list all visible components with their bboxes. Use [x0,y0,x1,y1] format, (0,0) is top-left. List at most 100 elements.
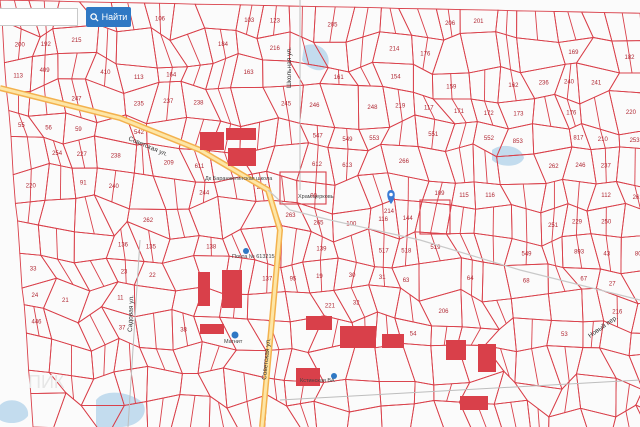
parcel[interactable] [194,3,241,31]
parcel[interactable] [77,306,120,352]
parcel[interactable] [547,288,584,323]
parcel[interactable] [30,392,67,427]
parcel-boundary [103,344,106,376]
parcel-number: 38 [180,327,187,333]
parcel[interactable] [630,301,640,335]
search-input[interactable] [0,8,78,26]
parcel[interactable] [90,337,120,380]
parcel[interactable] [133,284,177,318]
parcel[interactable] [17,220,42,256]
parcel-number: 109 [435,191,446,197]
parcel[interactable] [628,332,640,357]
parcel[interactable] [21,277,58,309]
building-3 [200,132,224,150]
parcel[interactable] [615,146,640,190]
parcel[interactable] [115,27,158,69]
parcel[interactable] [356,143,389,177]
parcel[interactable] [37,198,77,233]
parcel[interactable] [379,7,413,36]
parcel[interactable] [197,367,228,410]
store-icon[interactable] [231,331,239,339]
parcel-boundary [531,348,539,386]
parcel-number: 552 [484,136,495,142]
parcel[interactable] [53,392,98,427]
parcel-boundary [89,260,105,287]
parcel-number: 139 [316,246,327,252]
post-icon[interactable] [243,248,249,254]
parcel[interactable] [620,202,640,238]
parcel[interactable] [514,345,563,390]
parcel[interactable] [150,26,189,69]
parcel[interactable] [401,342,435,386]
parcel[interactable] [499,183,547,214]
parcel[interactable] [73,194,116,237]
parcel[interactable] [481,261,512,303]
parcel[interactable] [319,83,360,130]
parcel[interactable] [380,403,415,427]
parcel[interactable] [313,400,350,427]
parcel[interactable] [222,349,267,379]
clinic-icon[interactable] [331,373,337,379]
cadastral-map[interactable]: 2182152141061031232052062012001922151842… [0,0,640,427]
parcel[interactable] [161,255,205,292]
parcel[interactable] [608,72,640,94]
parcel[interactable] [25,332,53,373]
parcel-number: 37 [119,325,126,331]
parcel[interactable] [218,316,267,352]
parcel[interactable] [553,10,594,43]
parcel[interactable] [532,93,571,130]
parcel[interactable] [205,52,239,90]
parcel[interactable] [42,307,93,352]
parcel[interactable] [262,59,305,88]
parcel[interactable] [73,257,119,292]
parcel[interactable] [516,37,566,74]
search-button[interactable]: Найти [86,7,131,27]
parcel[interactable] [128,172,167,210]
parcel[interactable] [610,404,640,427]
parcel[interactable] [180,62,214,90]
parcel[interactable] [217,195,257,240]
parcel-boundary [350,235,357,263]
parcel-number: 116 [485,193,495,199]
parcel[interactable] [418,257,462,302]
parcel[interactable] [246,291,291,323]
parcel[interactable] [603,12,640,42]
parcel[interactable] [460,288,501,331]
parcel[interactable] [170,394,211,427]
parcel[interactable] [188,195,224,240]
parcel[interactable] [285,400,318,427]
parcel-boundary [301,6,303,38]
parcel[interactable] [532,123,573,155]
parcel[interactable] [172,341,203,375]
parcel[interactable] [229,86,280,128]
parcel[interactable] [409,399,446,427]
parcel-number: 236 [539,81,550,87]
parcel-boundary [299,403,309,427]
parcel[interactable] [146,365,183,403]
parcel[interactable] [165,208,200,240]
parcel-number: 206 [445,21,456,27]
parcel-number: 553 [369,136,380,142]
road-label-shkolnaya: Школьная ул. [286,47,293,88]
parcel[interactable] [169,27,214,68]
parcel-boundary [551,241,556,266]
parcel[interactable] [77,280,120,324]
parcel[interactable] [459,31,502,74]
parcel[interactable] [510,293,552,321]
parcel[interactable] [635,376,640,419]
parcel-boundary [331,319,339,348]
parcel[interactable] [126,220,171,264]
parcel[interactable] [575,347,618,379]
parcel[interactable] [332,228,376,268]
parcel[interactable] [634,404,640,427]
parcel[interactable] [580,11,613,42]
parcel[interactable] [179,372,211,397]
parcel-number: 229 [572,219,583,225]
parcel[interactable] [39,254,91,292]
parcel[interactable] [347,405,383,427]
parcel[interactable] [579,89,620,136]
parcel[interactable] [579,407,617,427]
parcel[interactable] [541,235,564,269]
parcel-boundary [534,11,539,41]
parcel[interactable] [575,373,617,418]
